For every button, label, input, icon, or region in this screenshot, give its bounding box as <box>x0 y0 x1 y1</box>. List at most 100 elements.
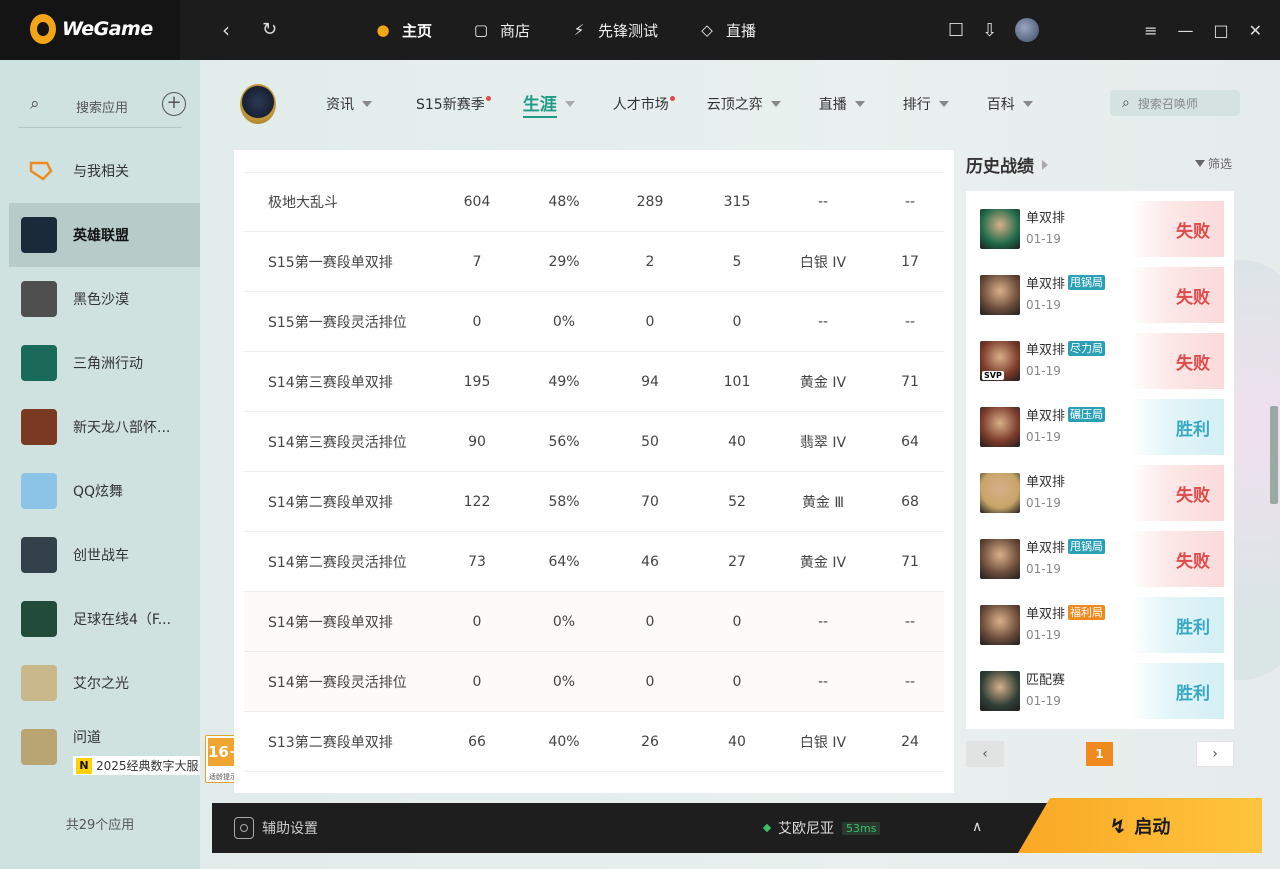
app-search[interactable]: ⌕ 搜索应用 + <box>18 88 186 128</box>
gift-box-icon[interactable]: ☐ <box>948 20 964 41</box>
table-row[interactable]: S13第二赛段单双排 66 40% 26 40 白银 IV 24 <box>244 712 944 772</box>
close-icon[interactable]: ✕ <box>1249 21 1262 40</box>
champion-portrait <box>980 407 1020 447</box>
stat-cell: 24 <box>901 733 919 750</box>
stat-cell: -- <box>817 313 829 330</box>
scrollbar-thumb[interactable] <box>1270 406 1278 504</box>
sidebar-item-label: 新天龙八部怀... <box>73 420 171 436</box>
chevron-up-icon[interactable]: ∧ <box>972 819 982 835</box>
match-mode-text: 单双排 <box>1026 541 1066 556</box>
next-page-button[interactable]: › <box>1196 741 1234 767</box>
match-mode-text: 单双排 <box>1026 607 1066 622</box>
table-row[interactable]: S14第一赛段灵活排位 0 0% 0 0 -- -- <box>244 652 944 712</box>
new-badge: N <box>76 757 92 774</box>
match-item[interactable]: 单双排 01-19 失败 <box>980 201 1224 257</box>
stat-cell: -- <box>904 673 916 690</box>
sidebar-item[interactable]: 艾尔之光 <box>9 651 200 715</box>
match-mode: 单双排 尽力局 <box>1026 339 1106 358</box>
game-tab-0[interactable]: 资讯 <box>326 94 372 114</box>
stat-cell: 195 <box>463 373 491 390</box>
menu-icon[interactable]: ≡ <box>1144 21 1157 40</box>
sidebar-item[interactable]: 问道 N 2025经典数字大服 <box>9 715 202 779</box>
sidebar-item[interactable]: 创世战车 <box>9 523 200 587</box>
match-mode-text: 单双排 <box>1026 409 1066 424</box>
filter-button[interactable]: 筛选 <box>1195 155 1232 172</box>
home-icon: ● <box>376 21 390 39</box>
minimize-icon[interactable]: — <box>1177 21 1193 40</box>
match-item[interactable]: 单双排 碾压局 01-19 胜利 <box>980 399 1224 455</box>
stat-cell: 白银 IV <box>799 254 847 271</box>
launch-button[interactable]: ↯ 启动 <box>1018 798 1262 853</box>
stat-cell: 0 <box>472 673 482 690</box>
table-row[interactable]: S15第一赛段单双排 7 29% 2 5 白银 IV 17 <box>244 232 944 292</box>
user-avatar[interactable] <box>1015 18 1040 42</box>
topnav-item-1[interactable]: ▢ 商店 <box>470 19 530 41</box>
summoner-search-input[interactable]: ⌕ 搜索召唤师 <box>1110 90 1240 116</box>
refresh-icon[interactable]: ↻ <box>262 19 277 40</box>
match-item[interactable]: 单双排 01-19 失败 <box>980 465 1224 521</box>
match-item[interactable]: 匹配赛 01-19 胜利 <box>980 663 1224 719</box>
game-tab-1[interactable]: S15新赛季 <box>416 94 491 114</box>
chevron-down-icon <box>362 101 372 107</box>
topnav-item-2[interactable]: ⚡ 先锋测试 <box>568 19 658 41</box>
match-item[interactable]: 单双排 福利局 01-19 胜利 <box>980 597 1224 653</box>
match-item[interactable]: 单双排 甩锅局 01-19 失败 <box>980 531 1224 587</box>
topnav-item-0[interactable]: ● 主页 <box>372 19 432 41</box>
back-icon[interactable]: ‹ <box>222 18 230 42</box>
table-row[interactable]: S14第一赛段单双排 0 0% 0 0 -- -- <box>244 592 944 652</box>
game-tab-label: 排行 <box>902 97 931 113</box>
match-result: 失败 <box>1130 465 1224 521</box>
sidebar-item[interactable]: 黑色沙漠 <box>9 267 200 331</box>
settings-hex-icon <box>234 817 254 839</box>
stat-cell: 315 <box>723 193 751 210</box>
game-tab-6[interactable]: 排行 <box>903 94 949 114</box>
table-row[interactable]: S14第二赛段灵活排位 73 64% 46 27 黄金 IV 71 <box>244 532 944 592</box>
add-app-button[interactable]: + <box>162 92 186 116</box>
app-list: 与我相关 英雄联盟 黑色沙漠 三角洲行动新天龙八部怀... QQ炫舞 创世战车 足球在线4（… <box>9 139 202 779</box>
match-item[interactable]: 单双排 甩锅局 01-19 失败 <box>980 267 1224 323</box>
stat-cell: 73 <box>468 553 486 570</box>
download-icon[interactable]: ⇩ <box>982 20 997 41</box>
champion-portrait <box>980 275 1020 315</box>
server-selector[interactable]: 艾欧尼亚 53ms <box>762 818 881 838</box>
server-ping: 53ms <box>842 821 881 835</box>
sidebar-item[interactable]: 三角洲行动 <box>9 331 200 395</box>
filter-label: 筛选 <box>1208 157 1233 171</box>
prev-page-button[interactable]: ‹ <box>966 741 1004 767</box>
topnav-item-3[interactable]: ◇ 直播 <box>696 19 756 41</box>
table-row[interactable]: S14第三赛段灵活排位 90 56% 50 40 翡翠 IV 64 <box>244 412 944 472</box>
table-row[interactable]: S15第一赛段灵活排位 0 0% 0 0 -- -- <box>244 292 944 352</box>
notification-dot <box>669 96 675 101</box>
game-tab-label: 百科 <box>986 97 1015 113</box>
stat-cell: 64 <box>901 433 919 450</box>
tianlong-icon <box>21 409 57 445</box>
table-row[interactable]: S14第三赛段单双排 195 49% 94 101 黄金 IV 71 <box>244 352 944 412</box>
lol-logo[interactable] <box>240 84 276 124</box>
sidebar-item[interactable]: 与我相关 <box>9 139 200 203</box>
assist-settings-button[interactable]: 辅助设置 <box>234 817 318 839</box>
match-tag: 尽力局 <box>1068 341 1106 356</box>
game-tab-5[interactable]: 直播 <box>819 94 865 114</box>
game-tab-2[interactable]: 生涯 <box>522 90 575 118</box>
stat-cell: -- <box>817 193 829 210</box>
sidebar-item[interactable]: 新天龙八部怀... <box>9 395 200 459</box>
assist-settings-label: 辅助设置 <box>262 821 318 837</box>
match-date: 01-19 <box>1026 298 1061 312</box>
table-row[interactable]: S14第二赛段单双排 122 58% 70 52 黄金 Ⅲ 68 <box>244 472 944 532</box>
chevron-down-icon <box>770 101 781 107</box>
match-item[interactable]: SVP 单双排 尽力局 01-19 失败 <box>980 333 1224 389</box>
sidebar-item[interactable]: QQ炫舞 <box>9 459 200 523</box>
table-row[interactable]: 极地大乱斗 604 48% 289 315 -- -- <box>244 172 944 232</box>
sidebar-item[interactable]: 英雄联盟 <box>9 203 200 267</box>
stat-cell: 56% <box>548 433 580 450</box>
sidebar-item[interactable]: 足球在线4（F... <box>9 587 200 651</box>
maximize-icon[interactable]: □ <box>1213 21 1228 40</box>
game-tab-3[interactable]: 人才市场 <box>612 94 675 114</box>
stat-cell: 58% <box>548 493 580 510</box>
current-page[interactable]: 1 <box>1086 742 1113 766</box>
game-tab-label: 人才市场 <box>612 97 669 113</box>
history-title[interactable]: 历史战绩 <box>966 152 1048 177</box>
wegame-logo[interactable]: WeGame <box>30 14 153 44</box>
game-tab-4[interactable]: 云顶之弈 <box>707 94 781 114</box>
game-tab-7[interactable]: 百科 <box>987 94 1033 114</box>
